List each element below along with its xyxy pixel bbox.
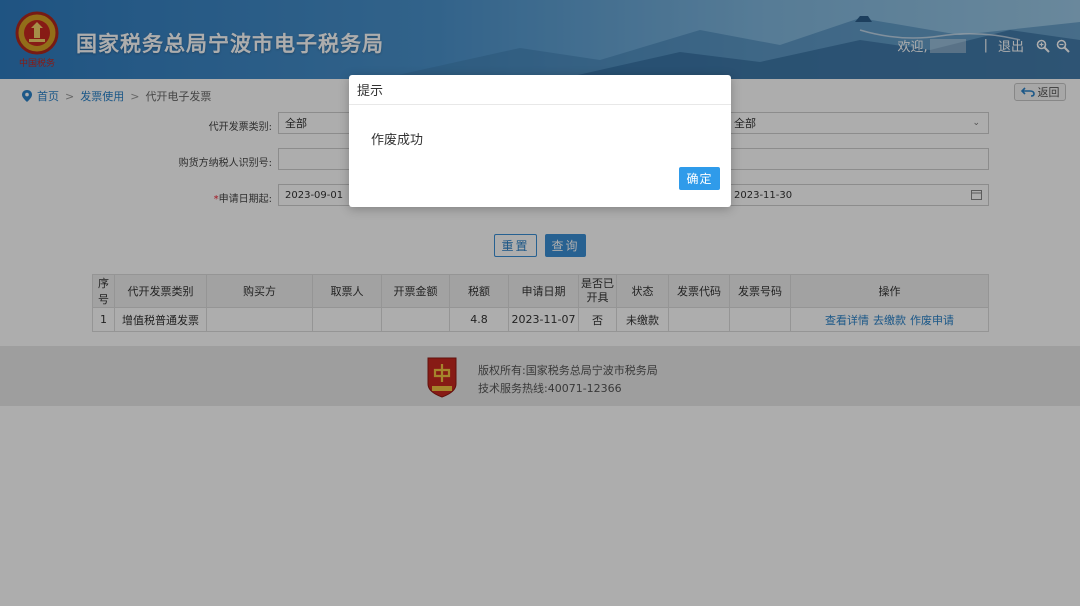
dialog-message: 作废成功	[371, 133, 424, 148]
dialog-ok-button[interactable]: 确定	[679, 167, 720, 190]
dialog-title: 提示	[349, 75, 731, 105]
alert-dialog: 提示 作废成功 确定	[349, 75, 731, 207]
